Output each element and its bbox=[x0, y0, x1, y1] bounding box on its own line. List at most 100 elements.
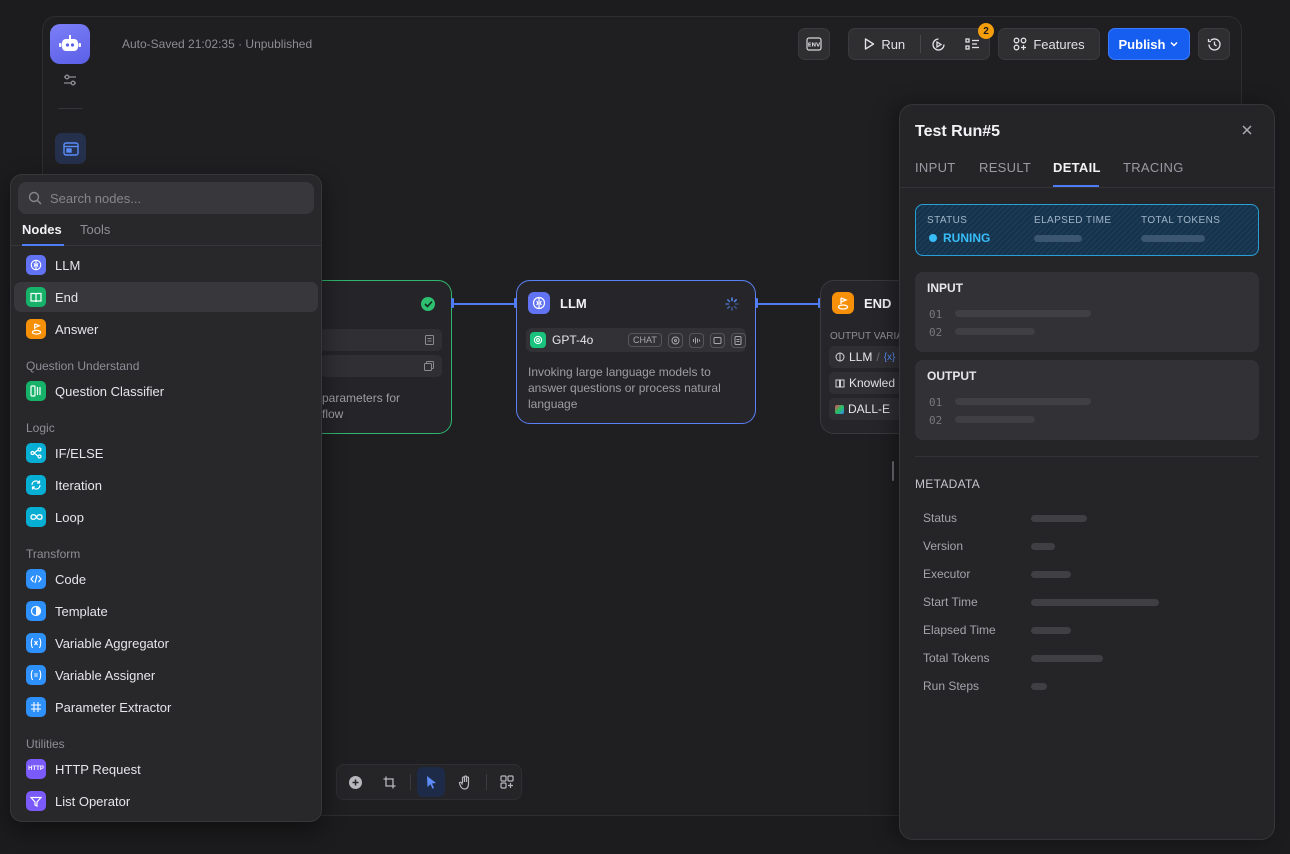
status-card bbox=[915, 204, 1259, 256]
node-item-iteration[interactable]: Iteration bbox=[14, 470, 318, 500]
input-skeleton-line bbox=[955, 310, 1091, 317]
node-item-loop[interactable]: Loop bbox=[14, 502, 318, 532]
end-output-row: LLM / {x} bbox=[829, 346, 901, 368]
http-icon: HTTP bbox=[26, 759, 46, 779]
node-item-list-operator[interactable]: List Operator bbox=[14, 786, 318, 816]
node-item-answer[interactable]: Answer bbox=[14, 314, 318, 344]
total-tokens-label: TOTAL TOKENS bbox=[1141, 215, 1221, 226]
vision-icon bbox=[667, 332, 683, 348]
meta-value-skeleton bbox=[1031, 543, 1055, 550]
autosave-status: Auto-Saved 21:02:35 · Unpublished bbox=[122, 37, 313, 51]
end-node-title: END bbox=[864, 296, 892, 311]
node-item-parameter-extractor[interactable]: Parameter Extractor bbox=[14, 692, 318, 722]
node-item-llm[interactable]: LLM bbox=[14, 250, 318, 280]
search-icon bbox=[28, 191, 42, 205]
play-icon bbox=[865, 38, 875, 50]
tab-underline bbox=[22, 244, 64, 246]
infinity-icon bbox=[26, 507, 46, 527]
output-variables-label: OUTPUT VARIA bbox=[830, 331, 900, 342]
meta-value-skeleton bbox=[1031, 655, 1103, 662]
meta-value-skeleton bbox=[1031, 515, 1087, 522]
llm-brain-icon bbox=[528, 292, 550, 314]
node-item-template[interactable]: Template bbox=[14, 596, 318, 626]
env-button[interactable]: ENV bbox=[798, 28, 830, 60]
node-item-http-request[interactable]: HTTP HTTP Request bbox=[14, 754, 318, 784]
layout-icon bbox=[500, 775, 514, 789]
tab-input[interactable]: INPUT bbox=[915, 160, 956, 175]
line-number: 02 bbox=[929, 414, 943, 427]
run-history-button[interactable] bbox=[921, 29, 955, 59]
variable-icon: {x} bbox=[883, 351, 896, 363]
audio-icon bbox=[688, 332, 704, 348]
node-item-code[interactable]: Code bbox=[14, 564, 318, 594]
run-panel-divider bbox=[900, 187, 1274, 188]
history-play-icon bbox=[932, 37, 945, 51]
end-output-row: DALL-E bbox=[829, 398, 901, 420]
tab-tracing[interactable]: TRACING bbox=[1123, 160, 1184, 175]
meta-key-elapsed-time: Elapsed Time bbox=[923, 623, 996, 637]
source-handle[interactable] bbox=[451, 298, 454, 308]
meta-value-skeleton bbox=[1031, 683, 1047, 690]
tab-detail[interactable]: DETAIL bbox=[1053, 160, 1101, 175]
total-tokens-skeleton bbox=[1141, 235, 1205, 242]
svg-text:ENV: ENV bbox=[808, 43, 821, 49]
features-button[interactable]: Features bbox=[998, 28, 1100, 60]
node-item-question-classifier[interactable]: Question Classifier bbox=[14, 376, 318, 406]
node-item-if-else[interactable]: IF/ELSE bbox=[14, 438, 318, 468]
output-skeleton-line bbox=[955, 398, 1091, 405]
classifier-icon bbox=[26, 381, 46, 401]
tab-result[interactable]: RESULT bbox=[979, 160, 1031, 175]
node-item-variable-assigner[interactable]: Variable Assigner bbox=[14, 660, 318, 690]
search-input[interactable] bbox=[50, 190, 300, 206]
hand-mode-button[interactable] bbox=[451, 767, 479, 797]
pointer-icon bbox=[426, 775, 436, 789]
code-icon bbox=[26, 569, 46, 589]
run-label: Run bbox=[881, 36, 906, 52]
version-history-button[interactable] bbox=[1198, 28, 1230, 60]
publish-label: Publish bbox=[1118, 36, 1166, 52]
run-button[interactable]: Run bbox=[849, 29, 920, 59]
metadata-title: METADATA bbox=[915, 477, 981, 491]
branch-icon bbox=[26, 443, 46, 463]
features-label: Features bbox=[1033, 36, 1085, 52]
edge-llm-end[interactable] bbox=[756, 303, 820, 305]
chat-mode-chip: CHAT bbox=[628, 333, 662, 347]
close-icon[interactable] bbox=[1238, 122, 1256, 140]
canvas-scroll-indicator[interactable] bbox=[892, 461, 894, 481]
book-icon bbox=[26, 287, 46, 307]
publish-button[interactable]: Publish bbox=[1108, 28, 1190, 60]
robot-icon[interactable] bbox=[50, 24, 90, 64]
status-label: STATUS bbox=[927, 215, 968, 226]
node-item-end[interactable]: End bbox=[14, 282, 318, 312]
iteration-icon bbox=[26, 475, 46, 495]
canvas-toolbar bbox=[336, 764, 522, 800]
output-skeleton-line bbox=[955, 416, 1035, 423]
meta-key-version: Version bbox=[923, 539, 964, 553]
llm-node-title: LLM bbox=[560, 296, 587, 311]
files-icon bbox=[424, 361, 434, 371]
organize-blocks-button[interactable] bbox=[493, 767, 521, 797]
tab-nodes[interactable]: Nodes bbox=[22, 222, 62, 237]
search-box[interactable] bbox=[18, 182, 314, 214]
start-variable-row bbox=[320, 355, 442, 377]
tab-tools[interactable]: Tools bbox=[80, 222, 110, 237]
group-label-logic: Logic bbox=[26, 421, 55, 435]
hand-icon bbox=[458, 774, 470, 790]
input-title: INPUT bbox=[927, 281, 963, 295]
toolbar-separator bbox=[485, 774, 487, 790]
meta-key-status: Status bbox=[923, 511, 958, 525]
meta-key-total-tokens: Total Tokens bbox=[923, 651, 990, 665]
template-icon bbox=[26, 601, 46, 621]
test-run-title: Test Run#5 bbox=[915, 123, 1001, 140]
node-item-variable-aggregator[interactable]: Variable Aggregator bbox=[14, 628, 318, 658]
add-note-button[interactable] bbox=[375, 767, 403, 797]
edge-start-llm[interactable] bbox=[452, 303, 516, 305]
meta-value-skeleton bbox=[1031, 571, 1071, 578]
add-node-button[interactable] bbox=[341, 767, 369, 797]
loading-spinner-icon bbox=[725, 297, 739, 316]
model-selector[interactable]: GPT-4o CHAT bbox=[526, 328, 746, 352]
orchestrate-icon[interactable] bbox=[55, 133, 86, 164]
settings-sliders-icon[interactable] bbox=[63, 73, 77, 90]
checklist-count-badge: 2 bbox=[978, 23, 994, 39]
pointer-mode-button[interactable] bbox=[416, 767, 446, 797]
